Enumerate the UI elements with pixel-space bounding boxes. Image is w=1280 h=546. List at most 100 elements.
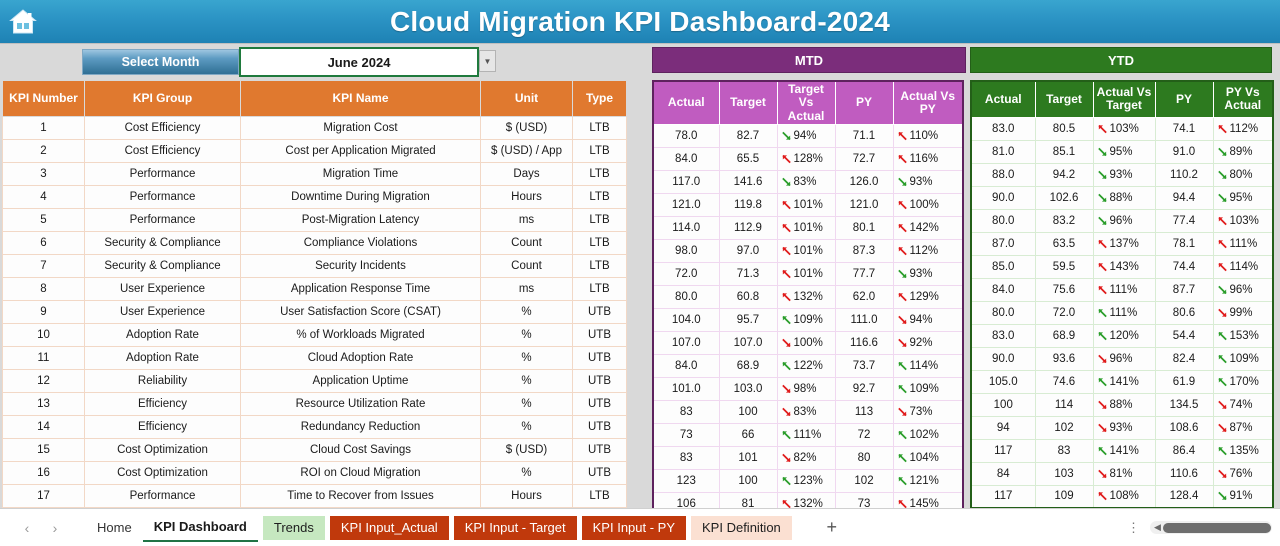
cell-mtd-actual[interactable]: 114.0: [652, 216, 720, 241]
cell-ytd-py[interactable]: 86.4: [1154, 438, 1214, 463]
cell-unit[interactable]: Count: [480, 254, 573, 278]
cell-ytd-py[interactable]: 61.9: [1154, 369, 1214, 394]
cell-mtd-py[interactable]: 80: [834, 446, 894, 471]
cell-mtd-actual-vs-py[interactable]: 93%: [892, 262, 964, 287]
table-row[interactable]: 16 Cost Optimization ROI on Cloud Migratio…: [2, 461, 627, 485]
cell-type[interactable]: UTB: [572, 346, 627, 370]
cell-mtd-actual[interactable]: 80.0: [652, 285, 720, 310]
cell-mtd-target[interactable]: 100: [718, 469, 778, 494]
sheet-tab-kpi-definition[interactable]: KPI Definition: [691, 515, 792, 540]
cell-ytd-actual[interactable]: 100: [970, 392, 1036, 417]
cell-kpi-number[interactable]: 10: [2, 323, 85, 347]
cell-ytd-actual-vs-target[interactable]: 103%: [1092, 116, 1156, 141]
cell-ytd-actual[interactable]: 87.0: [970, 231, 1036, 256]
cell-ytd-py-vs-actual[interactable]: 103%: [1212, 208, 1274, 233]
cell-kpi-name[interactable]: Application Response Time: [240, 277, 481, 301]
cell-mtd-actual-vs-py[interactable]: 121%: [892, 469, 964, 494]
cell-ytd-py[interactable]: 128.4: [1154, 484, 1214, 509]
cell-ytd-target[interactable]: 114: [1034, 392, 1094, 417]
cell-ytd-target[interactable]: 68.9: [1034, 323, 1094, 348]
cell-ytd-actual[interactable]: 84: [970, 461, 1036, 486]
table-row[interactable]: 2 Cost Efficiency Cost per Application Mig…: [2, 139, 627, 163]
table-row[interactable]: 83.0 68.9 120% 54.4 153%: [970, 323, 1274, 348]
cell-ytd-py[interactable]: 74.4: [1154, 254, 1214, 279]
cell-kpi-group[interactable]: Security & Compliance: [84, 231, 241, 255]
table-row[interactable]: 10 Adoption Rate% of Workloads Migrated% U…: [2, 323, 627, 347]
cell-kpi-number[interactable]: 11: [2, 346, 85, 370]
cell-kpi-group[interactable]: Performance: [84, 185, 241, 209]
cell-mtd-target[interactable]: 65.5: [718, 147, 778, 172]
cell-ytd-target[interactable]: 109: [1034, 484, 1094, 509]
cell-ytd-py[interactable]: 94.4: [1154, 185, 1214, 210]
cell-mtd-py[interactable]: 126.0: [834, 170, 894, 195]
cell-mtd-py[interactable]: 113: [834, 400, 894, 425]
ytd-header-4[interactable]: PY Vs Actual: [1212, 80, 1274, 118]
cell-mtd-py[interactable]: 72.7: [834, 147, 894, 172]
cell-mtd-target[interactable]: 71.3: [718, 262, 778, 287]
table-row[interactable]: 101.0 103.0 98% 92.7 109%: [652, 377, 964, 402]
cell-kpi-name[interactable]: Cloud Cost Savings: [240, 438, 481, 462]
table-row[interactable]: 88.0 94.2 93% 110.2 80%: [970, 162, 1274, 187]
cell-ytd-actual[interactable]: 80.0: [970, 300, 1036, 325]
cell-ytd-py[interactable]: 77.4: [1154, 208, 1214, 233]
scroll-left-icon[interactable]: ◀: [1154, 522, 1161, 533]
table-row[interactable]: 87.0 63.5 137% 78.1 111%: [970, 231, 1274, 256]
cell-type[interactable]: LTB: [572, 185, 627, 209]
cell-ytd-target[interactable]: 83: [1034, 438, 1094, 463]
cell-unit[interactable]: ms: [480, 208, 573, 232]
cell-ytd-py-vs-actual[interactable]: 96%: [1212, 277, 1274, 302]
cell-ytd-py[interactable]: 74.1: [1154, 116, 1214, 141]
cell-ytd-py-vs-actual[interactable]: 91%: [1212, 484, 1274, 509]
cell-ytd-py-vs-actual[interactable]: 111%: [1212, 231, 1274, 256]
table-row[interactable]: 84 103 81% 110.6 76%: [970, 461, 1274, 486]
cell-mtd-py[interactable]: 72: [834, 423, 894, 448]
cell-ytd-py[interactable]: 134.5: [1154, 392, 1214, 417]
cell-ytd-target[interactable]: 93.6: [1034, 346, 1094, 371]
select-month-button[interactable]: Select Month: [82, 49, 239, 75]
table-row[interactable]: 80.0 72.0 111% 80.6 99%: [970, 300, 1274, 325]
cell-kpi-name[interactable]: Migration Time: [240, 162, 481, 186]
cell-ytd-target[interactable]: 94.2: [1034, 162, 1094, 187]
cell-kpi-name[interactable]: Cloud Adoption Rate: [240, 346, 481, 370]
cell-ytd-py-vs-actual[interactable]: 112%: [1212, 116, 1274, 141]
cell-mtd-target-vs-actual[interactable]: 122%: [776, 354, 836, 379]
cell-ytd-py-vs-actual[interactable]: 135%: [1212, 438, 1274, 463]
cell-ytd-actual-vs-target[interactable]: 141%: [1092, 369, 1156, 394]
chevron-down-icon[interactable]: ▼: [479, 50, 496, 72]
cell-mtd-target-vs-actual[interactable]: 111%: [776, 423, 836, 448]
cell-type[interactable]: LTB: [572, 139, 627, 163]
cell-kpi-group[interactable]: Cost Efficiency: [84, 116, 241, 140]
cell-mtd-actual-vs-py[interactable]: 112%: [892, 239, 964, 264]
cell-type[interactable]: UTB: [572, 415, 627, 439]
cell-mtd-py[interactable]: 102: [834, 469, 894, 494]
cell-ytd-target[interactable]: 72.0: [1034, 300, 1094, 325]
chevron-right-icon[interactable]: ›: [42, 516, 68, 540]
cell-ytd-py-vs-actual[interactable]: 170%: [1212, 369, 1274, 394]
cell-mtd-target[interactable]: 141.6: [718, 170, 778, 195]
sheet-tab-kpi-input-py[interactable]: KPI Input - PY: [581, 515, 687, 540]
table-row[interactable]: 17 Performance Time to Recover from Issues…: [2, 484, 627, 508]
cell-type[interactable]: LTB: [572, 277, 627, 301]
cell-mtd-target[interactable]: 103.0: [718, 377, 778, 402]
cell-mtd-py[interactable]: 87.3: [834, 239, 894, 264]
cell-mtd-target-vs-actual[interactable]: 83%: [776, 170, 836, 195]
cell-ytd-py-vs-actual[interactable]: 153%: [1212, 323, 1274, 348]
table-row[interactable]: 100 114 88% 134.5 74%: [970, 392, 1274, 417]
cell-ytd-py[interactable]: 87.7: [1154, 277, 1214, 302]
cell-kpi-number[interactable]: 14: [2, 415, 85, 439]
table-row[interactable]: 98.0 97.0 101% 87.3 112%: [652, 239, 964, 264]
cell-ytd-actual[interactable]: 81.0: [970, 139, 1036, 164]
cell-type[interactable]: UTB: [572, 323, 627, 347]
table-row[interactable]: 13 Efficiency Resource Utilization Rate% UT…: [2, 392, 627, 416]
cell-unit[interactable]: ms: [480, 277, 573, 301]
cell-unit[interactable]: %: [480, 392, 573, 416]
cell-ytd-actual-vs-target[interactable]: 81%: [1092, 461, 1156, 486]
table-row[interactable]: 83 100 83% 113 73%: [652, 400, 964, 425]
table-row[interactable]: 81.0 85.1 95% 91.0 89%: [970, 139, 1274, 164]
cell-type[interactable]: LTB: [572, 484, 627, 508]
kpi-header-0[interactable]: KPI Number: [2, 80, 85, 117]
cell-mtd-target-vs-actual[interactable]: 101%: [776, 262, 836, 287]
cell-ytd-py-vs-actual[interactable]: 95%: [1212, 185, 1274, 210]
table-row[interactable]: 12 Reliability Application Uptime% UTB: [2, 369, 627, 393]
sheet-tab-trends[interactable]: Trends: [262, 515, 325, 540]
